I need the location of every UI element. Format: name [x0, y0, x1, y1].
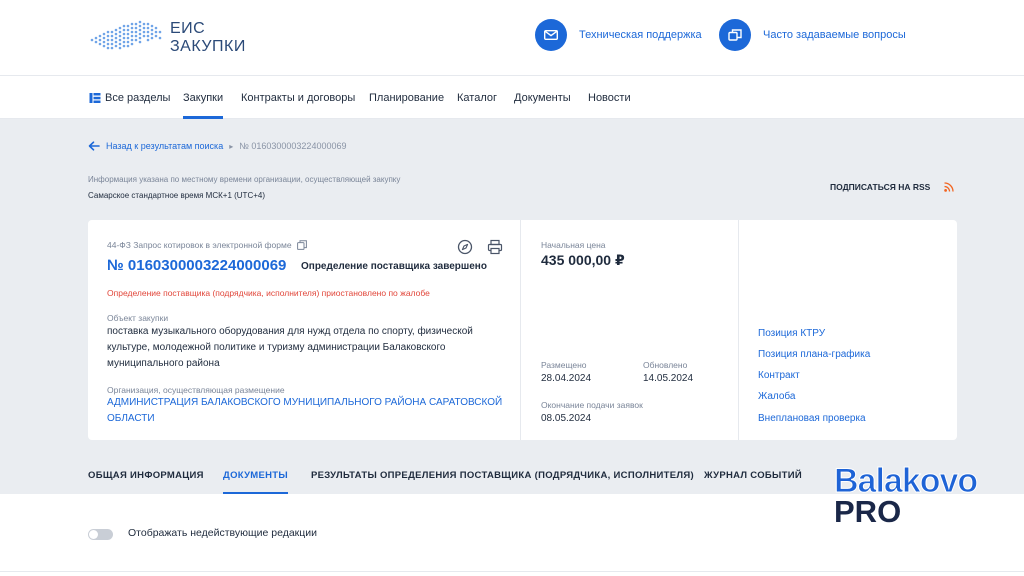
tab-supplier-results[interactable]: РЕЗУЛЬТАТЫ ОПРЕДЕЛЕНИЯ ПОСТАВЩИКА (ПОДРЯ… — [311, 470, 694, 494]
tab-general-info[interactable]: ОБЩАЯ ИНФОРМАЦИЯ — [88, 470, 204, 494]
logo-line1: ЕИС — [170, 20, 206, 37]
nav-label: Документы — [514, 91, 571, 104]
purchase-main-info: 44-ФЗ Запрос котировок в электронной фор… — [88, 220, 521, 440]
tab-event-log[interactable]: ЖУРНАЛ СОБЫТИЙ — [704, 470, 802, 494]
breadcrumb: Назад к результатам поиска ▸ № 016030000… — [88, 139, 346, 153]
law-type-label: 44-ФЗ Запрос котировок в электронной фор… — [107, 240, 292, 250]
purchase-status: Определение поставщика завершено — [301, 261, 487, 272]
nav-item-contracts[interactable]: Контракты и договоры — [241, 76, 355, 119]
deadline-label: Окончание подачи заявок — [541, 400, 643, 410]
nav-item-all-sections[interactable]: Все разделы — [89, 76, 170, 119]
back-label: Назад к результатам поиска — [106, 141, 224, 151]
rss-icon — [944, 182, 954, 192]
divider — [0, 571, 1024, 572]
print-icon[interactable] — [487, 239, 503, 255]
nav-item-news[interactable]: Новости — [588, 76, 631, 119]
nav-item-documents[interactable]: Документы — [514, 76, 571, 119]
updated-label: Обновлено — [643, 360, 688, 370]
registry-number[interactable]: № 0160300003224000069 — [107, 257, 286, 274]
support-link[interactable]: Техническая поддержка — [535, 19, 702, 51]
breadcrumb-current: № 0160300003224000069 — [239, 141, 347, 151]
complaint-link[interactable]: Жалоба — [758, 391, 795, 402]
rss-subscribe-link[interactable]: ПОДПИСАТЬСЯ НА RSS — [830, 182, 954, 192]
suspension-warning: Определение поставщика (подрядчика, испо… — [107, 288, 430, 298]
faq-link[interactable]: Часто задаваемые вопросы — [719, 19, 906, 51]
nav-label: Каталог — [457, 91, 497, 104]
organization-link[interactable]: АДМИНИСТРАЦИЯ БАЛАКОВСКОГО МУНИЦИПАЛЬНОГ… — [107, 395, 507, 427]
price-label: Начальная цена — [541, 240, 606, 250]
tab-documents[interactable]: ДОКУМЕНТЫ — [223, 470, 289, 494]
related-links: Позиция КТРУ Позиция плана-графика Контр… — [739, 220, 957, 440]
support-label: Техническая поддержка — [579, 29, 702, 41]
arrow-left-icon — [88, 141, 100, 151]
inactive-revisions-toggle[interactable] — [88, 529, 113, 540]
timezone-note: Информация указана по местному времени о… — [88, 175, 401, 184]
site-header: ЕИС ЗАКУПКИ Техническая поддержка Часто … — [0, 0, 1024, 76]
nav-item-planning[interactable]: Планирование — [369, 76, 444, 119]
ktru-position-link[interactable]: Позиция КТРУ — [758, 328, 825, 339]
unscheduled-inspection-link[interactable]: Внеплановая проверка — [758, 413, 866, 424]
object-value: поставка музыкального оборудования для н… — [107, 326, 473, 369]
law-type: 44-ФЗ Запрос котировок в электронной фор… — [107, 240, 307, 250]
object-label: Объект закупки — [107, 313, 169, 323]
copy-icon[interactable] — [296, 240, 307, 250]
main-nav: Все разделы Закупки Контракты и договоры… — [0, 76, 1024, 119]
rss-label: ПОДПИСАТЬСЯ НА RSS — [830, 182, 931, 192]
watermark-line2: PRO — [834, 494, 901, 526]
balakovo-pro-watermark: Balakovo PRO — [834, 462, 979, 527]
nav-label: Все разделы — [105, 91, 171, 104]
breadcrumb-separator: ▸ — [229, 141, 234, 151]
organization-label: Организация, осуществляющая размещение — [107, 385, 285, 395]
compass-icon[interactable] — [457, 239, 473, 255]
plan-schedule-link[interactable]: Позиция плана-графика — [758, 349, 870, 360]
posted-label: Размещено — [541, 360, 587, 370]
deadline-value: 08.05.2024 — [541, 413, 592, 424]
toggle-label: Отображать недействующие редакции — [128, 527, 318, 539]
mail-icon — [535, 19, 567, 51]
contract-link[interactable]: Контракт — [758, 370, 800, 381]
price-and-dates: Начальная цена 435 000,00 ₽ Размещено 28… — [521, 220, 739, 440]
back-to-results-link[interactable]: Назад к результатам поиска — [88, 141, 223, 151]
nav-label: Новости — [588, 91, 631, 104]
nav-label: Закупки — [183, 91, 224, 104]
nav-item-catalog[interactable]: Каталог — [457, 76, 497, 119]
sections-icon — [89, 92, 101, 103]
nav-item-purchases[interactable]: Закупки — [183, 76, 224, 119]
nav-label: Контракты и договоры — [241, 91, 356, 104]
logo-line2: ЗАКУПКИ — [170, 38, 246, 55]
timezone-value: Самарское стандартное время МСК+1 (UTC+4… — [88, 191, 265, 200]
logo-text: ЕИС ЗАКУПКИ — [170, 20, 246, 56]
eis-logo[interactable]: ЕИС ЗАКУПКИ — [88, 16, 258, 60]
purchase-card: 44-ФЗ Запрос котировок в электронной фор… — [88, 220, 957, 440]
russia-map-icon — [90, 20, 162, 50]
toggle-knob — [89, 530, 98, 539]
windows-icon — [719, 19, 751, 51]
nav-label: Планирование — [369, 91, 445, 104]
price-value: 435 000,00 ₽ — [541, 252, 625, 268]
faq-label: Часто задаваемые вопросы — [763, 29, 906, 41]
posted-value: 28.04.2024 — [541, 373, 592, 384]
updated-value: 14.05.2024 — [643, 373, 694, 384]
